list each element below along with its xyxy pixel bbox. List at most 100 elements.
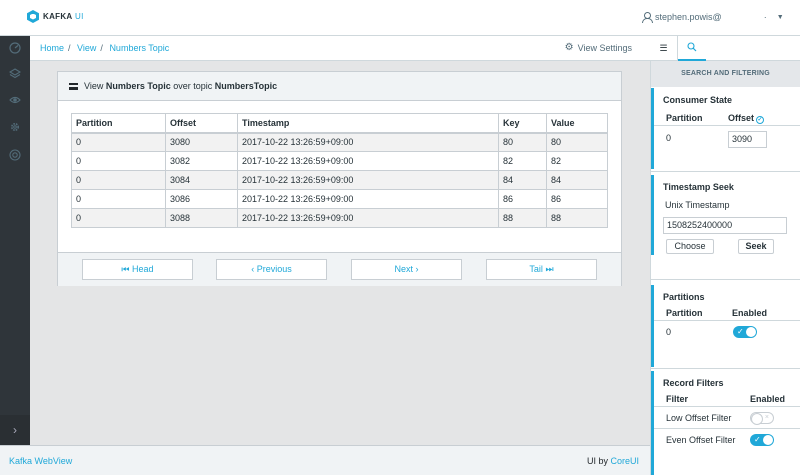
table-row: 0 3088 2017-10-22 13:26:59+09:00 88 88 [71,208,608,228]
kafka-logo-icon [27,10,39,23]
unix-timestamp-label: Unix Timestamp [665,200,730,210]
partitions-col-partition: Partition [666,308,703,318]
col-key: Key [498,113,547,134]
timestamp-input[interactable]: 1508252400000 [663,217,787,234]
previous-label: Previous [256,264,292,274]
col-value: Value [546,113,608,134]
consumer-state-section: Consumer State Partition Offset ✓ 0 3090 [651,88,800,169]
partition-0-label: 0 [666,327,672,337]
partitions-title: Partitions [663,292,705,302]
filters-col-enabled: Enabled [750,394,786,404]
breadcrumb-home[interactable]: Home [40,43,64,53]
tail-button[interactable]: Tail ⏭ [486,259,597,280]
cell: 3082 [165,151,238,171]
dashboard-icon[interactable] [9,42,21,54]
messages-table: Partition Offset Timestamp Key Value 0 30… [71,113,608,228]
col-offset: Offset [165,113,238,134]
sidebar-toggle-icon[interactable]: › [0,415,30,445]
record-filters-section: Record Filters Filter Enabled Low Offset… [651,371,800,475]
partition-value: 0 [666,133,672,143]
coreui-link[interactable]: CoreUI [610,456,639,466]
eye-icon[interactable] [9,94,21,106]
timestamp-seek-title: Timestamp Seek [663,182,734,192]
menu-icon [69,83,78,90]
next-button[interactable]: Next › [351,259,462,280]
brand-logo[interactable]: KAFKA UI [27,10,84,23]
choose-button[interactable]: Choose [666,239,714,254]
footer-app-link[interactable]: Kafka WebView [9,456,72,466]
tail-label: Tail [529,264,543,274]
seek-button[interactable]: Seek [738,239,774,254]
offset-label: Offset ✓ [728,113,765,124]
cell: 80 [546,132,608,152]
cell: 3088 [165,208,238,228]
cell: 84 [546,170,608,190]
cell: 0 [71,208,166,228]
search-icon[interactable] [678,36,706,61]
lifebuoy-icon[interactable] [9,149,21,161]
topic-name: NumbersTopic [214,81,278,91]
cell: 0 [71,132,166,152]
col-timestamp: Timestamp [237,113,499,134]
footer-credit: UI by CoreUI [586,456,639,466]
table-row: 0 3080 2017-10-22 13:26:59+09:00 80 80 [71,132,608,152]
gear-icon[interactable] [9,121,21,133]
cell: 80 [498,132,547,152]
cell: 0 [71,189,166,209]
breadcrumb-view[interactable]: View [77,43,96,53]
table-row: 0 3082 2017-10-22 13:26:59+09:00 82 82 [71,151,608,171]
table-row: 0 3086 2017-10-22 13:26:59+09:00 86 86 [71,189,608,209]
layers-icon[interactable] [8,68,22,80]
col-partition: Partition [71,113,166,134]
list-icon[interactable]: ☰ [650,36,678,61]
gear-icon: ⚙ [564,42,574,53]
skip-back-icon: ⏮ [121,264,130,274]
user-menu[interactable]: stephen.powis@ · ▼ [642,12,784,23]
consumer-state-title: Consumer State [663,95,733,105]
even-offset-filter-toggle[interactable]: ✓ [750,434,774,446]
cell: 3086 [165,189,238,209]
offset-input[interactable]: 3090 [728,131,767,148]
cell: 2017-10-22 13:26:59+09:00 [237,189,499,209]
view-settings-button[interactable]: ⚙ View Settings [565,42,632,53]
next-label: Next [394,264,413,274]
cell: 3080 [165,132,238,152]
cell: 2017-10-22 13:26:59+09:00 [237,151,499,171]
previous-button[interactable]: ‹ Previous [216,259,327,280]
user-icon [642,12,653,23]
cell: 2017-10-22 13:26:59+09:00 [237,132,499,152]
chevron-left-icon: ‹ [251,264,255,274]
head-button[interactable]: ⏮ Head [82,259,193,280]
filters-col-filter: Filter [666,394,689,404]
cell: 3084 [165,170,238,190]
card-header: View Numbers Topic over topic NumbersTop… [58,72,621,101]
cell: 88 [498,208,547,228]
record-filters-title: Record Filters [663,378,724,388]
breadcrumb-current: Numbers Topic [109,43,170,53]
chevron-down-icon[interactable]: ▼ [777,14,784,21]
cell: 86 [546,189,608,209]
user-email: stephen.powis@ [655,12,722,22]
cell: 2017-10-22 13:26:59+09:00 [237,170,499,190]
cell: 86 [498,189,547,209]
topic-view-card: View Numbers Topic over topic NumbersTop… [57,71,622,286]
title-mid: over topic [170,81,215,91]
partition-label: Partition [666,113,703,123]
low-offset-filter-toggle[interactable]: × [750,412,774,425]
partitions-col-enabled: Enabled [732,308,768,318]
partition-0-toggle[interactable]: ✓ [733,326,757,338]
view-name: Numbers Topic [105,81,171,91]
low-offset-filter-label: Low Offset Filter [666,413,732,423]
cell: 82 [546,151,608,171]
cell: 0 [71,151,166,171]
cell: 82 [498,151,547,171]
search-filter-aside: SEARCH AND FILTERING Consumer State Part… [650,61,800,475]
check-circle-icon: ✓ [756,116,765,124]
chevron-right-icon: › [415,264,419,274]
brand-name: KAFKA UI [43,12,84,21]
aside-header: SEARCH AND FILTERING [651,61,800,87]
view-settings-label: View Settings [577,42,632,53]
partitions-section: Partitions Partition Enabled 0 ✓ [651,285,800,367]
cell: 84 [498,170,547,190]
cell: 0 [71,170,166,190]
